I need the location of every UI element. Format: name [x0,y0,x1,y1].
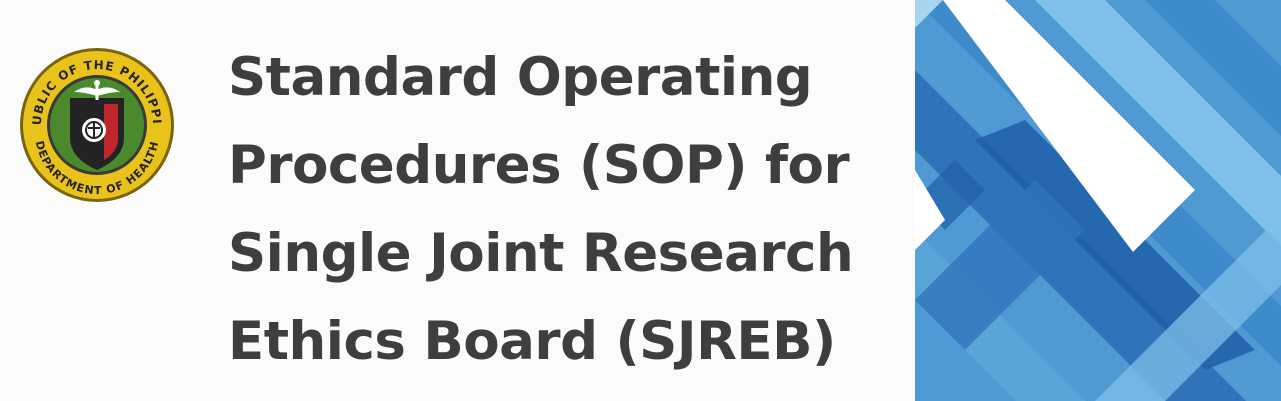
decorative-blue-stripe-pattern [915,0,1281,401]
title-line-1: Standard Operating [228,47,813,108]
title-line-2: Procedures (SOP) for [228,135,850,196]
document-title: Standard Operating Procedures (SOP) for … [228,34,908,386]
title-line-4: Ethics Board (SJREB) [228,311,836,372]
title-line-3: Single Joint Research [228,223,854,284]
document-cover-header: REPUBLIC OF THE PHILIPPINES DEPARTMENT O… [0,0,1281,401]
doh-seal-logo: REPUBLIC OF THE PHILIPPINES DEPARTMENT O… [18,46,176,204]
